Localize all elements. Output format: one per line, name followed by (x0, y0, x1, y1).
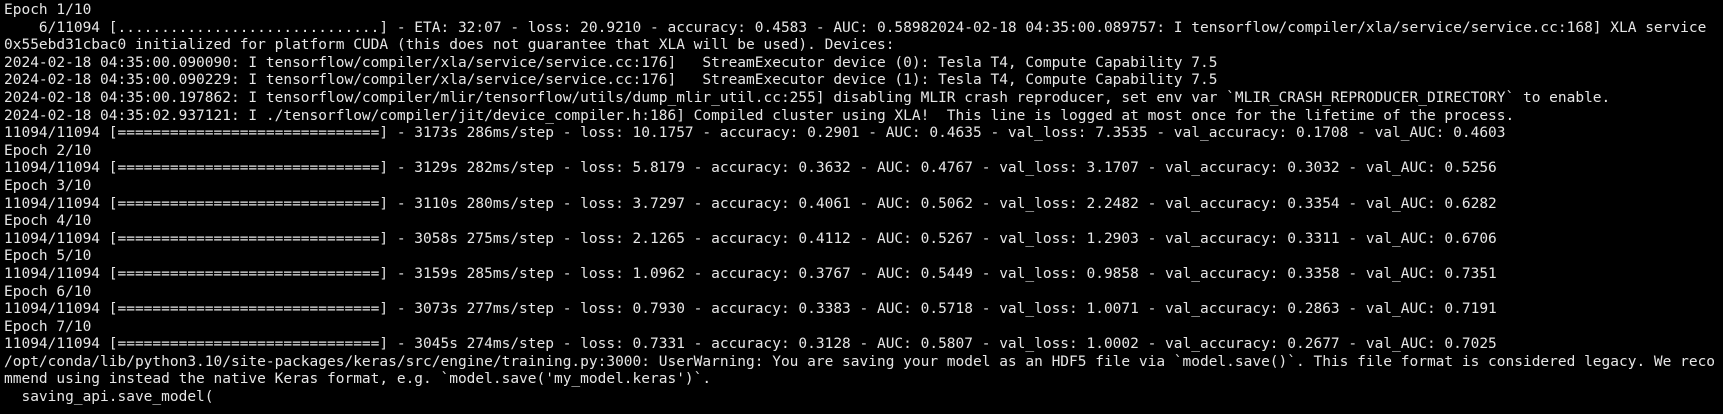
log-line-epoch-header: Epoch 6/10 (4, 283, 92, 300)
log-line: 2024-02-18 04:35:00.197862: I tensorflow… (4, 89, 1611, 106)
log-line-warning: mmend using instead the native Keras for… (4, 371, 712, 388)
log-line-epoch-header: Epoch 4/10 (4, 213, 92, 230)
log-line-warning: saving_api.save_model( (4, 389, 214, 406)
log-line-epoch-result: 11094/11094 [===========================… (4, 160, 1497, 177)
log-line-epoch-result: 11094/11094 [===========================… (4, 125, 1506, 142)
log-line: 0x55ebd31cbac0 initialized for platform … (4, 37, 895, 54)
log-line-epoch-header: Epoch 2/10 (4, 142, 92, 159)
terminal-output[interactable]: Epoch 1/10 6/11094 [....................… (0, 0, 1723, 414)
log-line-warning: /opt/conda/lib/python3.10/site-packages/… (4, 353, 1716, 370)
log-line-epoch-header: Epoch 5/10 (4, 248, 92, 265)
log-line-epoch-result: 11094/11094 [===========================… (4, 195, 1497, 212)
log-line: 2024-02-18 04:35:00.090229: I tensorflow… (4, 72, 1218, 89)
log-line: 2024-02-18 04:35:02.937121: I ./tensorfl… (4, 107, 1515, 124)
log-line-epoch-result: 11094/11094 [===========================… (4, 301, 1497, 318)
log-line-epoch-result: 11094/11094 [===========================… (4, 230, 1497, 247)
log-line-epoch-result: 11094/11094 [===========================… (4, 336, 1497, 353)
log-line-epoch-result: 11094/11094 [===========================… (4, 265, 1497, 282)
log-line-epoch-header: Epoch 3/10 (4, 177, 92, 194)
log-line-epoch-header: Epoch 7/10 (4, 318, 92, 335)
log-line-progress: 6/11094 [..............................]… (4, 19, 1707, 36)
log-line: 2024-02-18 04:35:00.090090: I tensorflow… (4, 54, 1218, 71)
log-line-epoch-header: Epoch 1/10 (4, 2, 92, 18)
